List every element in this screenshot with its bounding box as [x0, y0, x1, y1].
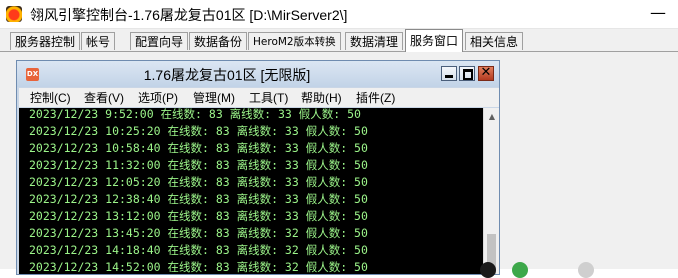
tray-green-icon[interactable]	[512, 262, 528, 278]
tray-gray-icon[interactable]	[578, 262, 594, 278]
tab-server-control[interactable]: 服务器控制	[10, 32, 81, 50]
server-maximize-button[interactable]	[459, 66, 475, 81]
log-line: 2023/12/23 9:52:00 在线数: 83 离线数: 33 假人数: …	[29, 108, 361, 121]
log-scrollbar[interactable]: ▲	[483, 108, 499, 274]
menu-help[interactable]: 帮助(H)	[301, 89, 342, 106]
app-titlebar: 翎风引擎控制台-1.76屠龙复古01区 [D:\MirServer2\] —	[0, 0, 678, 29]
log-line: 2023/12/23 14:18:40 在线数: 83 离线数: 32 假人数:…	[29, 243, 368, 257]
tab-data-cleanup[interactable]: 数据清理	[345, 32, 404, 50]
server-window-title: 1.76屠龙复古01区 [无限版]	[143, 67, 311, 83]
log-line: 2023/12/23 13:45:20 在线数: 83 离线数: 32 假人数:…	[29, 226, 368, 240]
scroll-up-arrow-icon[interactable]: ▲	[484, 110, 499, 124]
menu-manage[interactable]: 管理(M)	[193, 89, 235, 106]
tab-herom2-convert[interactable]: HeroM2版本转换	[248, 32, 341, 50]
log-line: 2023/12/23 11:32:00 在线数: 83 离线数: 33 假人数:…	[29, 158, 368, 172]
server-window: DX 1.76屠龙复古01区 [无限版] ✕ 控制(C) 查看(V) 选项(P)…	[16, 60, 500, 275]
close-icon: ✕	[480, 65, 492, 80]
log-line: 2023/12/23 12:38:40 在线数: 83 离线数: 33 假人数:…	[29, 192, 368, 206]
minimize-button[interactable]: —	[646, 4, 670, 24]
log-line: 2023/12/23 12:05:20 在线数: 83 离线数: 33 假人数:…	[29, 175, 368, 189]
menu-control[interactable]: 控制(C)	[30, 89, 71, 106]
tab-account[interactable]: 帐号	[81, 32, 116, 50]
main-tab-strip: 服务器控制 帐号 配置向导 数据备份 HeroM2版本转换 数据清理 服务窗口 …	[0, 29, 678, 52]
tab-data-backup[interactable]: 数据备份	[189, 32, 248, 50]
tab-service-window[interactable]: 服务窗口	[405, 29, 464, 52]
menu-plugins[interactable]: 插件(Z)	[356, 89, 395, 106]
menu-options[interactable]: 选项(P)	[138, 89, 178, 106]
server-close-button[interactable]: ✕	[478, 65, 494, 81]
tab-config-wizard[interactable]: 配置向导	[130, 32, 189, 50]
server-window-titlebar[interactable]: DX 1.76屠龙复古01区 [无限版] ✕	[17, 61, 499, 87]
log-line: 2023/12/23 10:25:20 在线数: 83 离线数: 33 假人数:…	[29, 124, 368, 138]
maximize-icon	[463, 69, 473, 80]
menu-view[interactable]: 查看(V)	[84, 89, 124, 106]
app-logo-icon	[6, 6, 22, 22]
server-menubar: 控制(C) 查看(V) 选项(P) 管理(M) 工具(T) 帮助(H) 插件(Z…	[19, 88, 499, 107]
menu-tools[interactable]: 工具(T)	[249, 89, 288, 106]
minimize-icon	[445, 75, 453, 78]
log-line: 2023/12/23 13:12:00 在线数: 83 离线数: 33 假人数:…	[29, 209, 368, 223]
server-minimize-button[interactable]	[441, 66, 457, 81]
log-line: 2023/12/23 14:52:00 在线数: 83 离线数: 32 假人数:…	[29, 260, 368, 274]
log-line: 2023/12/23 10:58:40 在线数: 83 离线数: 33 假人数:…	[29, 141, 368, 155]
app-title: 翎风引擎控制台-1.76屠龙复古01区 [D:\MirServer2\]	[30, 7, 348, 23]
server-log-console[interactable]: 2023/12/23 9:52:00 在线数: 83 离线数: 33 假人数: …	[19, 108, 499, 274]
tray-app-icon[interactable]	[480, 262, 496, 278]
tab-related-info[interactable]: 相关信息	[465, 32, 524, 50]
